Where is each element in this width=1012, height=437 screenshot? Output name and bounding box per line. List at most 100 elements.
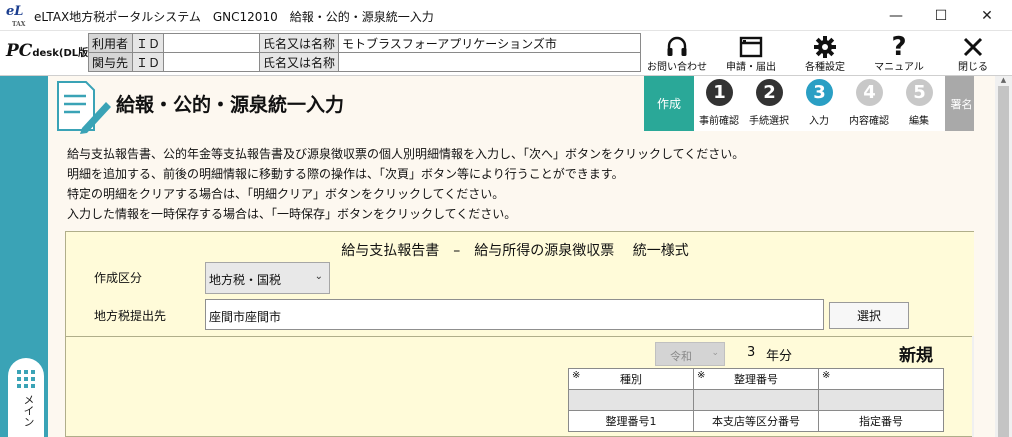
document-edit-icon (54, 80, 112, 134)
divider (66, 336, 972, 337)
grid-header-number: ※ 整理番号 (693, 368, 819, 390)
minimize-button[interactable]: — (873, 0, 919, 31)
user-info-row: 利用者 ＩＤ 氏名又は名称 モトブラスフォーアプリケーションズ市 (88, 33, 642, 53)
main-content: 給報・公的・源泉統一入力 作成 1 事前確認 2 手続選択 3 入力 4 内容確… (48, 76, 1012, 437)
close-button[interactable]: 閉じる (936, 31, 1010, 75)
step-5: 5 編集 (894, 76, 944, 131)
page-title: 給報・公的・源泉統一入力 (116, 94, 345, 116)
client-id-label: ＩＤ (131, 52, 165, 72)
grid-header-text: 整理番号 (734, 373, 778, 386)
step-2: 2 手続選択 (744, 76, 794, 131)
application-label: 申請・届出 (726, 62, 776, 73)
minimize-icon: — (889, 7, 903, 24)
header-grid-table: ※ 種別 ※ 整理番号 ※ 整理番号1 本支店等区分番号 指定番号 (568, 368, 944, 432)
manual-button[interactable]: ? マニュアル (862, 31, 936, 75)
close-window-icon: ✕ (981, 7, 993, 24)
close-window-button[interactable]: ✕ (964, 0, 1010, 31)
step-label: 手続選択 (749, 116, 789, 127)
user-label: 利用者 (88, 33, 133, 53)
select-button[interactable]: 選択 (829, 302, 909, 329)
grid-header-extra: ※ (818, 368, 944, 390)
maximize-button[interactable]: ☐ (918, 0, 964, 31)
info-bar: PCdesk(DL版) 利用者 ＩＤ 氏名又は名称 モトブラスフォーアプリケーシ… (0, 31, 1012, 76)
step-number: 5 (906, 79, 933, 106)
era-value: 令和 (670, 350, 692, 363)
grid-cell[interactable] (693, 389, 819, 411)
year-unit: 年分 (766, 349, 793, 364)
step-label: 内容確認 (849, 116, 889, 127)
step-label: 事前確認 (699, 116, 739, 127)
grid-cell[interactable] (818, 389, 944, 411)
progress-steps: 作成 1 事前確認 2 手続選択 3 入力 4 内容確認 5 編集 署名 送 (644, 76, 1012, 131)
user-id-value (163, 33, 261, 53)
question-icon: ? (891, 32, 907, 62)
year-number: 3 (747, 345, 756, 360)
user-name-label: 氏名又は名称 (259, 33, 340, 53)
contact-label: お問い合わせ (647, 62, 707, 73)
user-id-label: ＩＤ (131, 33, 165, 53)
window-title: eLTAX地方税ポータルシステム GNC12010 給報・公的・源泉統一入力 (34, 10, 434, 24)
required-mark: ※ (697, 370, 706, 381)
page-scrollbar[interactable]: ▲ (995, 76, 1012, 437)
pcdesk-logo: PCdesk(DL版) (6, 41, 93, 61)
form-area: 給与支払報告書 – 給与所得の源泉徴収票 統一様式 作成区分 地方税・国税 ⌄ … (65, 231, 990, 437)
table-row: ※ 種別 ※ 整理番号 ※ (568, 368, 944, 390)
gear-icon (788, 34, 862, 60)
settings-label: 各種設定 (805, 62, 845, 73)
page-header: 給報・公的・源泉統一入力 作成 1 事前確認 2 手続選択 3 入力 4 内容確… (48, 76, 1012, 136)
client-label: 関与先 (88, 52, 133, 72)
chevron-down-icon: ⌄ (711, 348, 719, 358)
user-name-value: モトブラスフォーアプリケーションズ市 (338, 33, 642, 53)
close-icon (936, 34, 1010, 60)
instruction-line: 給与支払報告書、公的年金等支払報告書及び源泉徴収票の個人別明細情報を入力し、「次… (67, 147, 745, 161)
table-row (568, 389, 944, 411)
application-button[interactable]: 申請・届出 (714, 31, 788, 75)
grid-subheader: 本支店等区分番号 (693, 410, 819, 432)
grid-header-text: 種別 (620, 373, 642, 386)
creation-type-value: 地方税・国税 (209, 273, 282, 287)
scrollbar-thumb[interactable] (998, 86, 1009, 437)
contact-button[interactable]: お問い合わせ (640, 31, 714, 75)
creation-type-label: 作成区分 (94, 271, 143, 285)
main-menu-button[interactable]: メイン (8, 358, 44, 437)
step-create: 作成 (644, 76, 694, 131)
step-sign: 署名 (944, 76, 978, 131)
grid-subheader: 指定番号 (818, 410, 944, 432)
toolbar: お問い合わせ 申請・届出 各種設定 ? マニュアル 閉じる (640, 31, 1010, 75)
step-number: 2 (756, 79, 783, 106)
eltax-logo-icon: eL TAX (6, 4, 28, 28)
creation-type-select[interactable]: 地方税・国税 ⌄ (205, 262, 330, 294)
manual-label: マニュアル (874, 62, 924, 73)
window-icon (714, 34, 788, 60)
instructions: 給与支払報告書、公的年金等支払報告書及び源泉徴収票の個人別明細情報を入力し、「次… (67, 144, 744, 224)
grid-cell[interactable] (568, 389, 694, 411)
status-label: 新規 (899, 346, 933, 366)
step-3: 3 入力 (794, 76, 844, 131)
instruction-line: 入力した情報を一時保存する場合は、「一時保存」ボタンをクリックしてください。 (67, 207, 517, 221)
step-4: 4 内容確認 (844, 76, 894, 131)
settings-button[interactable]: 各種設定 (788, 31, 862, 75)
pcdesk-logo-desk: desk (32, 48, 59, 59)
instruction-line: 明細を追加する、前後の明細情報に移動する際の操作は、「次頁」ボタン等により行うこ… (67, 167, 624, 181)
grid-menu-icon (17, 370, 35, 388)
step-number: 1 (706, 79, 733, 106)
client-name-value (338, 52, 642, 72)
table-row: 整理番号1 本支店等区分番号 指定番号 (568, 410, 944, 432)
submission-destination-field[interactable]: 座間市座間市 (205, 299, 824, 330)
era-select[interactable]: 令和 ⌄ (655, 342, 725, 366)
pcdesk-logo-pc: PC (6, 41, 33, 61)
instruction-line: 特定の明細をクリアする場合は、「明細クリア」ボタンをクリックしてください。 (67, 187, 505, 201)
maximize-icon: ☐ (934, 7, 948, 24)
client-id-value (163, 52, 261, 72)
main-menu-label: メイン (22, 394, 35, 427)
user-info-table: 利用者 ＩＤ 氏名又は名称 モトブラスフォーアプリケーションズ市 関与先 ＩＤ … (88, 33, 642, 72)
form-title: 給与支払報告書 – 給与所得の源泉徴収票 統一様式 (341, 243, 689, 259)
required-mark: ※ (572, 370, 581, 381)
close-label: 閉じる (958, 62, 988, 73)
step-label: 入力 (809, 116, 829, 127)
left-sidebar: メイン (0, 76, 48, 437)
chevron-down-icon: ⌄ (314, 271, 323, 282)
grid-subheader: 整理番号1 (568, 410, 694, 432)
step-number: 4 (856, 79, 883, 106)
scroll-up-icon[interactable]: ▲ (995, 76, 1012, 86)
